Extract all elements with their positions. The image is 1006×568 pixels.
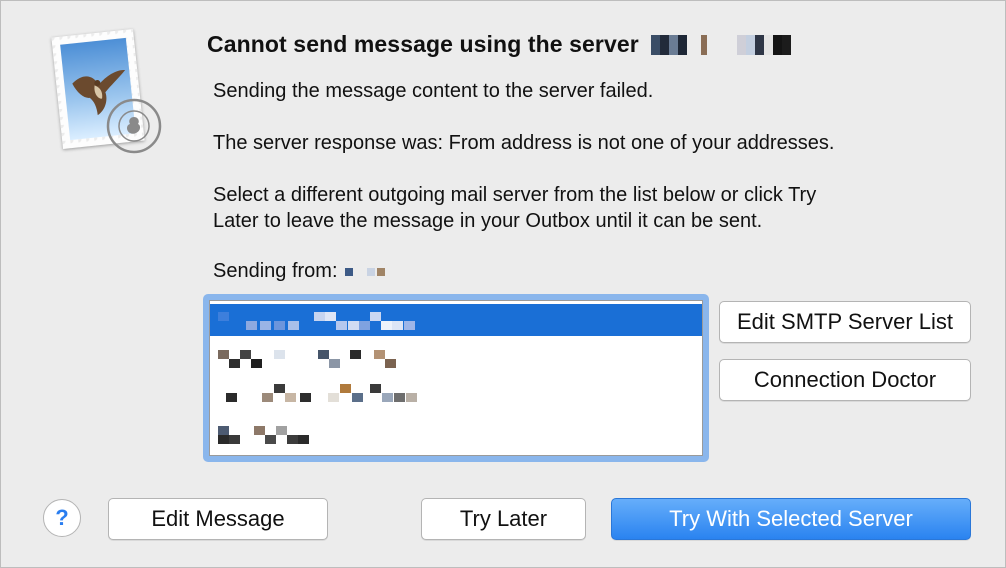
server-list-item[interactable]	[210, 380, 702, 412]
dialog-title: Cannot send message using the server	[207, 31, 792, 58]
sending-from-label: Sending from:	[213, 260, 338, 282]
try-with-selected-server-button[interactable]: Try With Selected Server	[611, 498, 971, 540]
redacted-sender	[343, 260, 386, 282]
help-glyph: ?	[55, 505, 69, 530]
message-failed-text: Sending the message content to the serve…	[213, 80, 654, 102]
server-response-text: The server response was: From address is…	[213, 132, 835, 154]
try-later-label: Try Later	[459, 506, 548, 531]
sending-from: Sending from:	[213, 260, 386, 283]
smtp-server-list[interactable]	[209, 300, 703, 456]
instructions-line-1: Select a different outgoing mail server …	[213, 184, 817, 206]
edit-smtp-label: Edit SMTP Server List	[737, 309, 953, 334]
server-list-item[interactable]	[210, 422, 702, 454]
server-list-item[interactable]	[210, 346, 702, 378]
alert-dialog: Cannot send message using the server Sen…	[0, 0, 1006, 568]
try-later-button[interactable]: Try Later	[421, 498, 586, 540]
edit-message-button[interactable]: Edit Message	[108, 498, 328, 540]
help-icon[interactable]: ?	[43, 499, 81, 537]
title-text: Cannot send message using the server	[207, 31, 639, 57]
edit-smtp-server-list-button[interactable]: Edit SMTP Server List	[719, 301, 971, 343]
server-list-item[interactable]	[210, 304, 702, 336]
postmark-icon	[106, 98, 162, 154]
edit-message-label: Edit Message	[151, 506, 285, 531]
try-selected-label: Try With Selected Server	[669, 506, 913, 531]
connection-doctor-label: Connection Doctor	[753, 367, 937, 392]
instructions-line-2: Later to leave the message in your Outbo…	[213, 210, 763, 232]
connection-doctor-button[interactable]: Connection Doctor	[719, 359, 971, 401]
redacted-server-name	[651, 31, 792, 57]
